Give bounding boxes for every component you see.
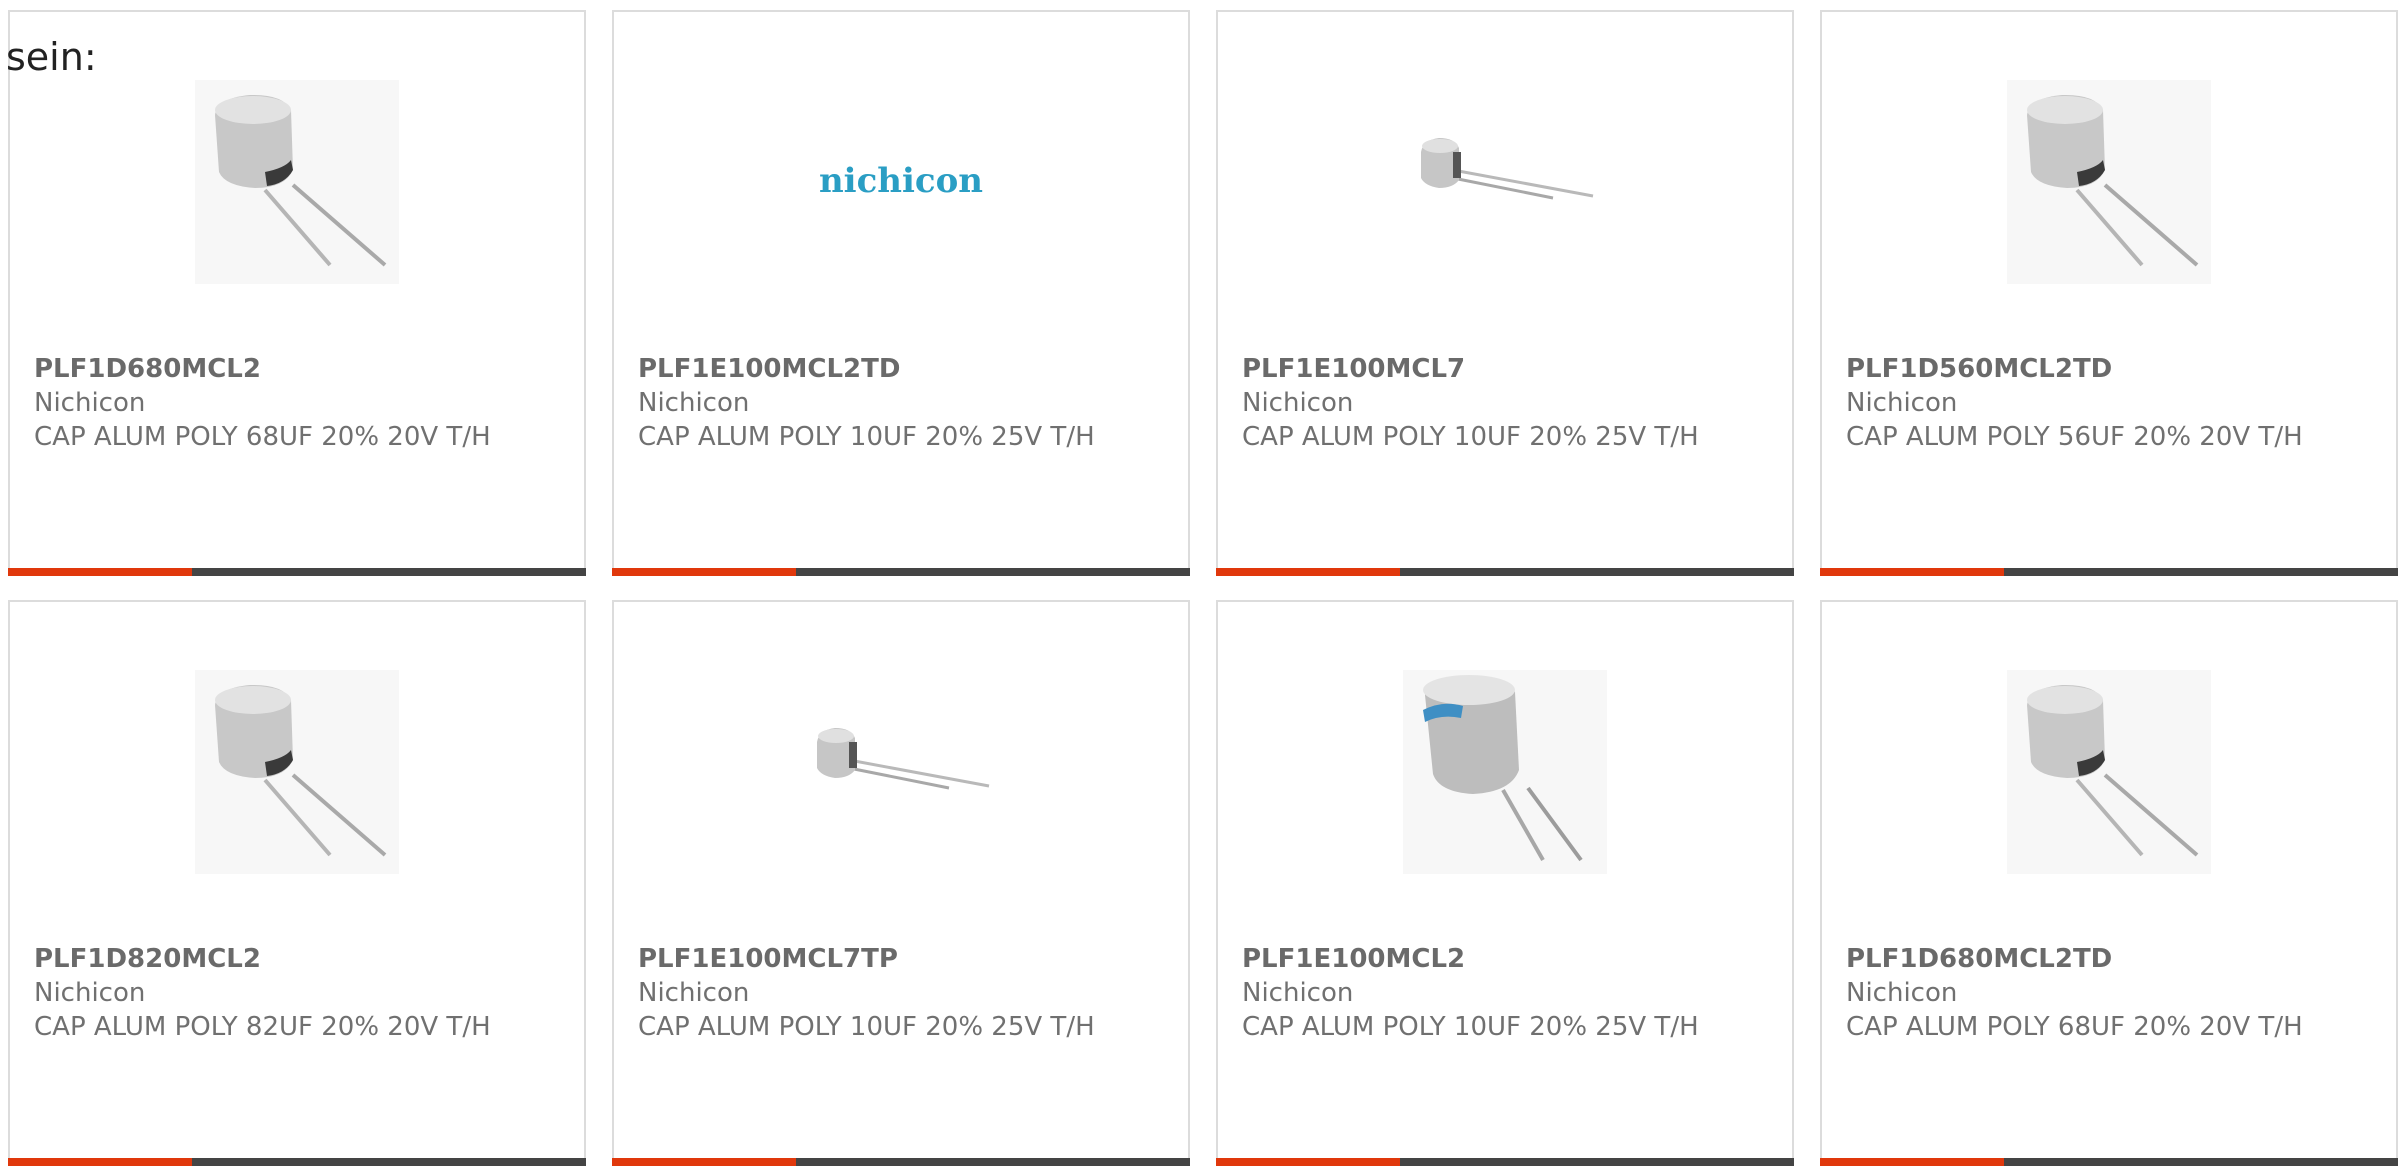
card-accent-bar xyxy=(612,1158,1190,1166)
manufacturer: Nichicon xyxy=(34,388,146,418)
description: CAP ALUM POLY 10UF 20% 25V T/H xyxy=(1242,1012,1699,1042)
part-number[interactable]: PLF1D680MCL2 xyxy=(34,352,514,386)
manufacturer: Nichicon xyxy=(638,388,750,418)
product-card[interactable]: PLF1E100MCL7TP Nichicon CAP ALUM POLY 10… xyxy=(612,600,1190,1166)
card-accent-bar xyxy=(612,568,1190,576)
product-image[interactable] xyxy=(195,80,399,284)
card-accent-bar xyxy=(8,1158,586,1166)
product-grid: PLF1D680MCL2 Nichicon CAP ALUM POLY 68UF… xyxy=(8,10,2398,1166)
product-image[interactable] xyxy=(2007,80,2211,284)
svg-text:nichicon: nichicon xyxy=(819,161,983,201)
description: CAP ALUM POLY 68UF 20% 20V T/H xyxy=(1846,1012,2303,1042)
product-grid-page: sein: PLF1D680MCL2 Nichicon CAP ALUM POL… xyxy=(0,0,2400,1167)
capacitor-photo-icon xyxy=(195,670,399,874)
product-info: PLF1E100MCL7TP Nichicon CAP ALUM POLY 10… xyxy=(638,942,1118,1044)
product-image[interactable] xyxy=(2007,670,2211,874)
product-image[interactable]: nichicon xyxy=(799,80,1003,284)
nichicon-logo-icon: nichicon xyxy=(819,161,983,201)
product-info: PLF1E100MCL7 Nichicon CAP ALUM POLY 10UF… xyxy=(1242,352,1722,454)
capacitor-small-photo-icon xyxy=(1421,138,1594,200)
product-card[interactable]: PLF1D680MCL2TD Nichicon CAP ALUM POLY 68… xyxy=(1820,600,2398,1166)
part-number[interactable]: PLF1D560MCL2TD xyxy=(1846,352,2326,386)
capacitor-photo-icon xyxy=(2007,670,2211,874)
product-image[interactable] xyxy=(799,670,1003,874)
card-accent-bar xyxy=(1820,1158,2398,1166)
intro-text: sein: xyxy=(6,35,97,79)
part-number[interactable]: PLF1E100MCL7 xyxy=(1242,352,1722,386)
capacitor-photo-icon xyxy=(195,80,399,284)
description: CAP ALUM POLY 10UF 20% 25V T/H xyxy=(638,422,1095,452)
description: CAP ALUM POLY 56UF 20% 20V T/H xyxy=(1846,422,2303,452)
manufacturer: Nichicon xyxy=(1846,978,1958,1008)
capacitor-small-photo-icon xyxy=(817,728,990,790)
product-card[interactable]: PLF1E100MCL2 Nichicon CAP ALUM POLY 10UF… xyxy=(1216,600,1794,1166)
part-number[interactable]: PLF1D680MCL2TD xyxy=(1846,942,2326,976)
product-info: PLF1D680MCL2TD Nichicon CAP ALUM POLY 68… xyxy=(1846,942,2326,1044)
card-accent-bar xyxy=(8,568,586,576)
capacitor-photo-icon xyxy=(2007,80,2211,284)
capacitor-blue-top-photo-icon xyxy=(1403,670,1607,874)
description: CAP ALUM POLY 82UF 20% 20V T/H xyxy=(34,1012,491,1042)
product-image[interactable] xyxy=(1403,670,1607,874)
product-card[interactable]: PLF1E100MCL7 Nichicon CAP ALUM POLY 10UF… xyxy=(1216,10,1794,576)
part-number[interactable]: PLF1E100MCL2TD xyxy=(638,352,1118,386)
description: CAP ALUM POLY 10UF 20% 25V T/H xyxy=(638,1012,1095,1042)
card-accent-bar xyxy=(1820,568,2398,576)
product-image[interactable] xyxy=(195,670,399,874)
manufacturer: Nichicon xyxy=(1242,388,1354,418)
part-number[interactable]: PLF1D820MCL2 xyxy=(34,942,514,976)
manufacturer: Nichicon xyxy=(1242,978,1354,1008)
product-info: PLF1D820MCL2 Nichicon CAP ALUM POLY 82UF… xyxy=(34,942,514,1044)
part-number[interactable]: PLF1E100MCL7TP xyxy=(638,942,1118,976)
description: CAP ALUM POLY 68UF 20% 20V T/H xyxy=(34,422,491,452)
part-number[interactable]: PLF1E100MCL2 xyxy=(1242,942,1722,976)
product-info: PLF1E100MCL2TD Nichicon CAP ALUM POLY 10… xyxy=(638,352,1118,454)
manufacturer: Nichicon xyxy=(34,978,146,1008)
card-accent-bar xyxy=(1216,1158,1794,1166)
description: CAP ALUM POLY 10UF 20% 25V T/H xyxy=(1242,422,1699,452)
manufacturer: Nichicon xyxy=(638,978,750,1008)
product-card[interactable]: nichicon PLF1E100MCL2TD Nichicon CAP ALU… xyxy=(612,10,1190,576)
product-image[interactable] xyxy=(1403,80,1607,284)
card-accent-bar xyxy=(1216,568,1794,576)
product-card[interactable]: PLF1D560MCL2TD Nichicon CAP ALUM POLY 56… xyxy=(1820,10,2398,576)
manufacturer: Nichicon xyxy=(1846,388,1958,418)
product-info: PLF1E100MCL2 Nichicon CAP ALUM POLY 10UF… xyxy=(1242,942,1722,1044)
product-card[interactable]: PLF1D680MCL2 Nichicon CAP ALUM POLY 68UF… xyxy=(8,10,586,576)
product-info: PLF1D560MCL2TD Nichicon CAP ALUM POLY 56… xyxy=(1846,352,2326,454)
product-card[interactable]: PLF1D820MCL2 Nichicon CAP ALUM POLY 82UF… xyxy=(8,600,586,1166)
product-info: PLF1D680MCL2 Nichicon CAP ALUM POLY 68UF… xyxy=(34,352,514,454)
